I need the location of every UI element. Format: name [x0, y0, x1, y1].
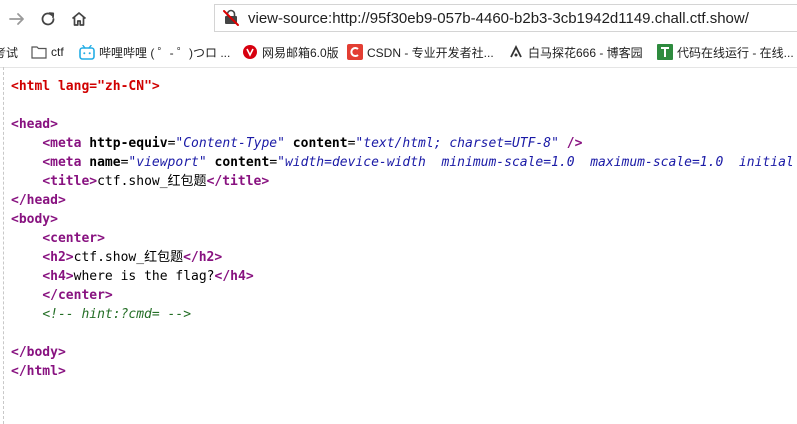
reload-icon — [41, 12, 55, 26]
source-token — [11, 307, 42, 322]
source-token — [11, 155, 42, 170]
source-token: ctf.show_红包题 — [97, 174, 207, 189]
source-line: </body> — [11, 343, 794, 362]
cnblogs-icon — [508, 44, 524, 60]
arrow-right-icon — [9, 13, 24, 25]
source-token: where is the flag? — [73, 269, 215, 284]
bookmark-exam[interactable]: 考试 — [0, 44, 18, 60]
source-token: "width=device-width minimum-scale=1.0 ma… — [277, 155, 794, 170]
source-line: <title>ctf.show_红包题</title> — [11, 172, 794, 191]
source-token: /> — [558, 136, 583, 151]
source-token: ="zh-CN"> — [89, 79, 160, 94]
netease-icon — [242, 44, 258, 60]
source-token: </center> — [42, 288, 113, 303]
source-token: </h2> — [183, 250, 223, 265]
source-line: <body> — [11, 210, 794, 229]
bookmarks-bar: 考试 ctf 哔哩哔哩 ( ゜- ゜)つロ ... 网易邮箱6.0版 CSDN … — [0, 37, 797, 68]
bookmark-label: 白马探花666 - 博客园 — [528, 45, 643, 60]
source-token — [11, 288, 42, 303]
home-icon — [71, 12, 87, 26]
source-token — [11, 174, 42, 189]
source-token: lang — [57, 79, 90, 94]
source-token: "Content-Type" — [175, 136, 285, 151]
source-line: <center> — [11, 229, 794, 248]
source-token: ctf.show_红包题 — [73, 250, 184, 265]
source-token: <head> — [11, 117, 58, 132]
source-token: <body> — [11, 212, 58, 227]
url-text[interactable]: view-source:http://95f30eb9-057b-4460-b2… — [248, 10, 749, 27]
source-line: <meta name="viewport" content="width=dev… — [11, 153, 794, 172]
bookmark-label: 考试 — [0, 45, 19, 60]
source-line: <meta http-equiv="Content-Type" content=… — [11, 134, 794, 153]
source-token: = — [269, 155, 278, 170]
source-token: <meta — [42, 136, 90, 151]
source-line — [11, 324, 794, 343]
source-line: </center> — [11, 286, 794, 305]
source-line: </html> — [11, 362, 794, 381]
source-line: <h2>ctf.show_红包题</h2> — [11, 248, 794, 267]
source-token: <h4> — [42, 269, 74, 284]
source-token: </h4> — [214, 269, 254, 284]
source-token: </body> — [11, 345, 66, 360]
source-token: <title> — [42, 174, 98, 189]
not-secure-icon[interactable] — [220, 7, 242, 29]
source-line: <h4>where is the flag?</h4> — [11, 267, 794, 286]
bookmark-label: 哔哩哔哩 ( ゜- ゜)つロ ... — [99, 45, 231, 60]
csdn-icon — [347, 44, 363, 60]
source-code: <html lang="zh-CN"> <head> <meta http-eq… — [11, 77, 794, 381]
source-token: <center> — [42, 231, 105, 246]
source-token — [11, 269, 42, 284]
forward-button[interactable] — [4, 6, 30, 32]
source-line: <head> — [11, 115, 794, 134]
bookmark-label: 网易邮箱6.0版 — [262, 45, 339, 60]
source-token: content — [206, 155, 270, 170]
url-scheme: view-source: — [248, 9, 333, 27]
bookmark-label: CSDN - 专业开发者社... — [367, 45, 494, 60]
bookmark-cnblogs[interactable]: 白马探花666 - 博客园 — [508, 44, 643, 60]
bookmark-bilibili[interactable]: 哔哩哔哩 ( ゜- ゜)つロ ... — [79, 44, 230, 60]
source-token: http-equiv — [89, 136, 168, 151]
address-bar[interactable]: view-source:http://95f30eb9-057b-4460-b2… — [214, 4, 797, 32]
url-value: http://95f30eb9-057b-4460-b2b3-3cb1942d1… — [332, 9, 749, 27]
source-token — [11, 250, 42, 265]
bookmark-folder-ctf[interactable]: ctf — [31, 44, 64, 60]
source-token: content — [284, 136, 348, 151]
source-token: "text/html; charset=UTF-8" — [355, 136, 559, 151]
source-token: <!-- hint:?cmd= --> — [42, 307, 192, 322]
source-line: </head> — [11, 191, 794, 210]
bookmark-code-run[interactable]: 代码在线运行 - 在线... — [657, 44, 794, 60]
source-token: "viewport" — [128, 155, 207, 170]
source-token: <h2> — [42, 250, 74, 265]
source-token — [11, 136, 42, 151]
source-token — [11, 231, 42, 246]
source-token: </title> — [206, 174, 270, 189]
bookmark-label: 代码在线运行 - 在线... — [677, 45, 794, 60]
source-token: </head> — [11, 193, 66, 208]
source-line: <!-- hint:?cmd= --> — [11, 305, 794, 324]
bookmark-csdn[interactable]: CSDN - 专业开发者社... — [347, 44, 494, 60]
view-source-pane: <html lang="zh-CN"> <head> <meta http-eq… — [0, 67, 797, 424]
folder-icon — [31, 45, 47, 59]
code-run-icon — [657, 44, 673, 60]
browser-toolbar: view-source:http://95f30eb9-057b-4460-b2… — [0, 0, 797, 36]
source-token: <meta — [42, 155, 90, 170]
bilibili-icon — [79, 44, 95, 60]
source-token: <html — [11, 79, 58, 94]
source-token: name — [89, 155, 121, 170]
source-token: </html> — [11, 364, 66, 379]
bookmark-netease-mail[interactable]: 网易邮箱6.0版 — [242, 44, 339, 60]
home-button[interactable] — [66, 6, 92, 32]
line-gutter — [3, 67, 5, 424]
reload-button[interactable] — [35, 6, 61, 32]
source-line — [11, 96, 794, 115]
bookmark-label: ctf — [51, 45, 64, 59]
source-line: <html lang="zh-CN"> — [11, 77, 794, 96]
